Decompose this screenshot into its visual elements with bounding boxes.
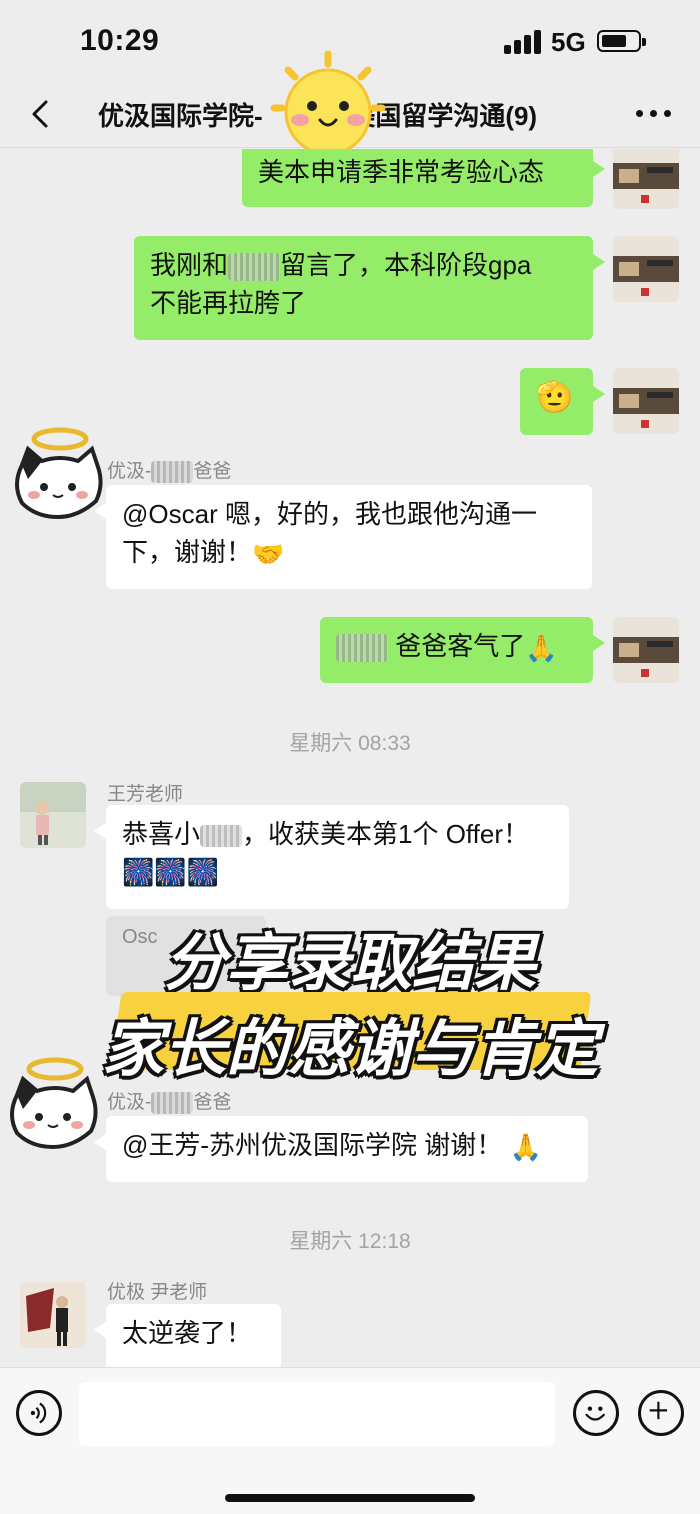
message-text: 不能再拉胯了 — [150, 288, 307, 318]
my-avatar[interactable] — [613, 368, 679, 434]
message-text: 太逆袭了！ — [122, 1318, 253, 1348]
more-icon[interactable] — [636, 110, 672, 120]
message-bubble[interactable]: @王芳-苏州优汲国际学院 谢谢！ 🙏 — [94, 1116, 588, 1182]
status-time: 10:29 — [80, 24, 160, 57]
sender-name: 优极 尹老师 — [107, 1282, 208, 1303]
quoted-text: Osc — [122, 926, 158, 948]
back-icon[interactable] — [22, 94, 62, 134]
thanks-emoji: 🙏 — [509, 1132, 542, 1163]
quoted-message[interactable]: Osc — [106, 916, 266, 996]
message-bubble[interactable]: 爸爸客气了🙏 — [320, 617, 605, 683]
redacted-name — [151, 1091, 194, 1114]
salute-emoji: 🫡 — [536, 381, 574, 414]
message-input[interactable] — [79, 1382, 555, 1446]
message-text: 爸爸客气了 — [395, 631, 526, 661]
message-bubble[interactable]: 美本申请季非常考验心态 — [242, 149, 605, 207]
timestamp: 星期六 08:33 — [289, 732, 411, 755]
signal-icon — [504, 30, 542, 54]
message-text: ，收获美本第1个 Offer！ — [242, 819, 530, 849]
battery-icon — [597, 30, 646, 52]
network-label: 5G — [551, 27, 586, 57]
caption-highlight — [110, 992, 592, 1070]
handshake-emoji: 🤝 — [252, 539, 285, 570]
voice-icon[interactable] — [16, 1390, 62, 1436]
redacted-name — [336, 634, 388, 663]
my-avatar[interactable] — [613, 236, 679, 302]
redacted-name — [228, 253, 281, 282]
teacher-avatar[interactable] — [20, 1282, 86, 1348]
my-avatar[interactable] — [613, 617, 679, 683]
redacted-name — [151, 460, 194, 483]
message-text: 留言了，本科阶段gpa — [280, 250, 532, 280]
message-text: 我刚和 — [150, 250, 229, 280]
chat-area[interactable]: 美本申请季非常考验心态 我刚和 留言了，本科阶段gpa 不能再拉胯了 🫡 优汲- 爸… — [0, 149, 700, 1367]
input-bar — [0, 1367, 700, 1514]
emoji-icon[interactable] — [573, 1390, 619, 1436]
teacher-avatar[interactable] — [20, 782, 86, 848]
message-text: 恭喜小 — [122, 819, 201, 849]
sender-name: 优汲- 爸爸 — [107, 460, 232, 483]
fireworks-emoji: 🎆🎆🎆 — [122, 857, 220, 887]
sun-sticker — [270, 50, 386, 156]
message-text: 下，谢谢！ — [122, 537, 253, 567]
message-text: @Oscar 嗯，好的，我也跟他沟通一 — [122, 499, 537, 529]
thanks-emoji: 🙏 — [525, 633, 558, 664]
timestamp: 星期六 12:18 — [289, 1230, 411, 1253]
message-bubble[interactable]: 恭喜小 ，收获美本第1个 Offer！ 🎆🎆🎆 — [94, 805, 569, 909]
sender-name: 优汲- 爸爸 — [107, 1091, 232, 1114]
message-bubble[interactable]: 太逆袭了！ — [94, 1304, 281, 1367]
redacted-name — [200, 825, 243, 848]
plus-icon[interactable] — [638, 1390, 684, 1436]
message-text: @王芳-苏州优汲国际学院 谢谢！ — [122, 1130, 503, 1160]
my-avatar[interactable] — [613, 149, 679, 209]
message-bubble[interactable]: @Oscar 嗯，好的，我也跟他沟通一 下，谢谢！🤝 — [94, 485, 592, 589]
message-text: 美本申请季非常考验心态 — [258, 157, 545, 187]
message-bubble[interactable]: 我刚和 留言了，本科阶段gpa 不能再拉胯了 — [134, 236, 605, 340]
cat-avatar-icon[interactable] — [8, 425, 108, 525]
sender-name: 王芳老师 — [107, 784, 184, 805]
home-indicator — [225, 1494, 475, 1502]
message-bubble[interactable]: 🫡 — [520, 368, 605, 435]
cat-avatar-icon[interactable] — [0, 1055, 106, 1155]
